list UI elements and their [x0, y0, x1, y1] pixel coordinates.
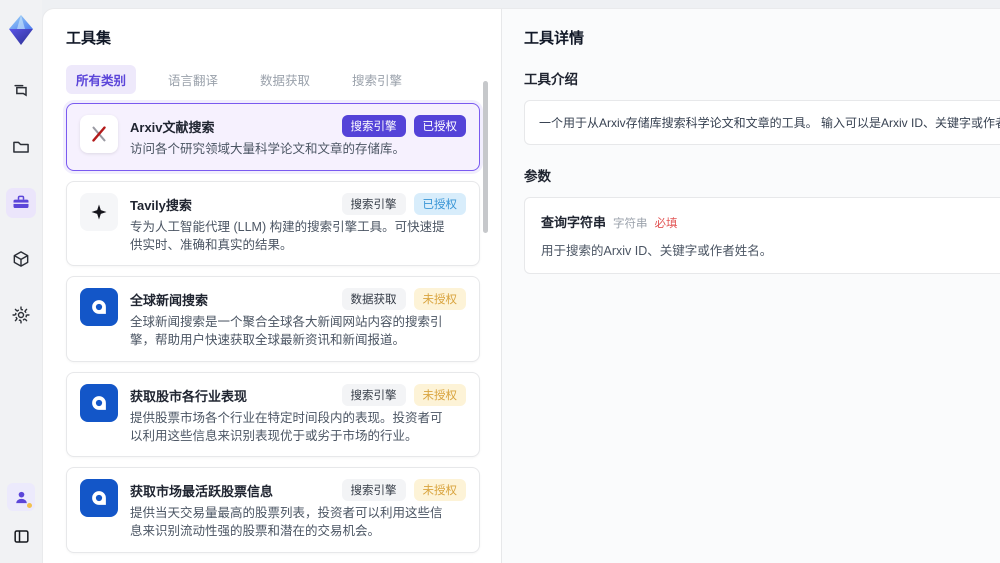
- tool-desc: 全球新闻搜索是一个聚合全球各大新闻网站内容的搜索引擎，帮助用户快速获取全球最新资…: [130, 315, 443, 347]
- param-name: 查询字符串: [541, 215, 607, 230]
- scrollbar-thumb[interactable]: [483, 81, 488, 233]
- tool-list: Arxiv文献搜索 搜索引擎 已授权 访问各个研究领域大量科学论文和文章的存储库…: [66, 103, 480, 563]
- tab-搜索引擎[interactable]: 搜索引擎: [342, 65, 412, 94]
- folder-icon[interactable]: [6, 132, 36, 162]
- tool-list-panel: 工具集 所有类别 语言翻译 数据获取 搜索引擎 Arxiv文献搜索 搜索引擎 已授权 …: [43, 9, 501, 563]
- tool-category-tag: 搜索引擎: [341, 383, 406, 406]
- content-shell: 工具集 所有类别 语言翻译 数据获取 搜索引擎 Arxiv文献搜索 搜索引擎 已授权 …: [42, 8, 1000, 563]
- tool-status-badge: 未授权: [413, 383, 466, 406]
- tool-card[interactable]: Tavily搜索 搜索引擎 已授权 专为人工智能代理 (LLM) 构建的搜索引擎…: [66, 180, 480, 267]
- intro-heading: 工具介绍: [524, 72, 578, 87]
- tool-status-badge: 已授权: [413, 115, 466, 137]
- tool-name: 获取股市各行业表现: [130, 388, 248, 404]
- tool-category-tag: 搜索引擎: [341, 479, 406, 502]
- settings-icon[interactable]: [6, 300, 36, 330]
- tool-desc: 提供股票市场各个行业在特定时间段内的表现。投资者可以利用这些信息来识别表现优于或…: [130, 410, 443, 443]
- news-q-icon: [80, 479, 118, 518]
- details-title: 工具详情: [524, 30, 585, 47]
- tool-name: 获取市场最活跃股票信息: [130, 484, 274, 500]
- tool-name: 全球新闻搜索: [130, 293, 209, 309]
- tool-card[interactable]: 获取市场最活跃股票信息 搜索引擎 未授权 提供当天交易量最高的股票列表，投资者可…: [66, 467, 480, 553]
- notification-dot: [27, 503, 32, 508]
- param-card: 查询字符串 字符串 必填 用于搜索的Arxiv ID、关键字或作者姓名。: [524, 197, 1000, 274]
- list-scrollbar: [483, 81, 488, 563]
- toolbox-icon[interactable]: [6, 188, 36, 218]
- param-type: 字符串: [613, 218, 648, 230]
- intro-text: 一个用于从Arxiv存储库搜索科学论文和文章的工具。 输入可以是Arxiv ID…: [524, 100, 1000, 145]
- tool-category-tag: 搜索引擎: [341, 192, 406, 215]
- param-required-badge: 必填: [654, 218, 678, 230]
- params-heading: 参数: [524, 169, 551, 184]
- tool-card[interactable]: 获取股市各行业表现 搜索引擎 未授权 提供股票市场各个行业在特定时间段内的表现。…: [66, 371, 480, 458]
- panel-icon[interactable]: [6, 521, 36, 551]
- tool-status-badge: 已授权: [413, 192, 466, 215]
- tavily-icon: [80, 192, 118, 231]
- chat-icon[interactable]: [6, 76, 36, 106]
- news-q-icon: [80, 288, 118, 327]
- tool-card[interactable]: 全球新闻搜索 数据获取 未授权 全球新闻搜索是一个聚合全球各大新闻网站内容的搜索…: [66, 276, 480, 362]
- tool-desc: 专为人工智能代理 (LLM) 构建的搜索引擎工具。可快速提供实时、准确和真实的结…: [130, 219, 445, 252]
- user-icon[interactable]: [7, 483, 35, 511]
- tool-desc: 访问各个研究领域大量科学论文和文章的存储库。: [130, 142, 406, 156]
- tool-category-tag: 数据获取: [341, 288, 406, 311]
- page-title: 工具集: [66, 30, 112, 47]
- tool-desc: 提供当天交易量最高的股票列表，投资者可以利用这些信息来识别流动性强的股票和潜在的…: [130, 506, 443, 538]
- tool-name: Arxiv文献搜索: [130, 120, 215, 135]
- tool-status-badge: 未授权: [413, 479, 466, 502]
- param-desc: 用于搜索的Arxiv ID、关键字或作者姓名。: [541, 244, 773, 258]
- tool-details-panel: 工具详情 工具介绍 一个用于从Arxiv存储库搜索科学论文和文章的工具。 输入可…: [501, 9, 1000, 563]
- left-rail: [0, 0, 42, 563]
- tool-name: Tavily搜索: [130, 197, 192, 213]
- tab-数据获取[interactable]: 数据获取: [250, 65, 320, 94]
- news-q-icon: [80, 383, 118, 422]
- tool-status-badge: 未授权: [413, 288, 466, 311]
- tab-语言翻译[interactable]: 语言翻译: [158, 65, 228, 94]
- app-logo-icon: [4, 12, 38, 48]
- tool-card[interactable]: Arxiv文献搜索 搜索引擎 已授权 访问各个研究领域大量科学论文和文章的存储库…: [66, 103, 480, 171]
- arxiv-icon: [80, 115, 118, 153]
- cube-icon[interactable]: [6, 244, 36, 274]
- category-tabs: 所有类别 语言翻译 数据获取 搜索引擎: [66, 65, 479, 94]
- tab-所有类别[interactable]: 所有类别: [66, 65, 137, 94]
- tool-category-tag: 搜索引擎: [341, 115, 406, 137]
